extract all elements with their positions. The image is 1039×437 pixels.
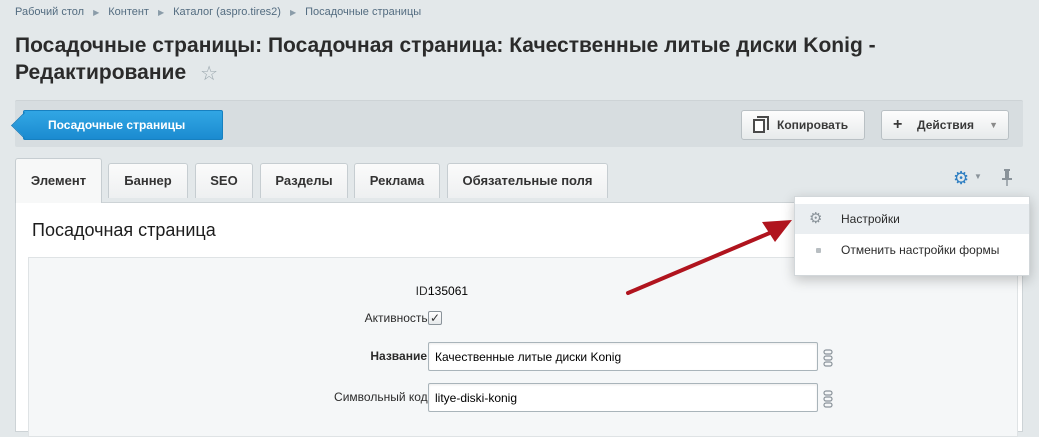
breadcrumb: Рабочий стол ▶ Контент ▶ Каталог (aspro.… [15, 6, 421, 18]
form-row-code: Символьный код: [29, 382, 1019, 412]
active-label: Активность: [364, 311, 431, 325]
form-row-active: Активность: ✓ [29, 303, 1019, 333]
actions-button[interactable]: + Действия ▼ [881, 110, 1009, 140]
form-row-name: Название: [29, 341, 1019, 371]
tab-advertising[interactable]: Реклама [354, 163, 440, 198]
breadcrumb-separator-icon: ▶ [289, 7, 297, 17]
page-title-text: Посадочные страницы: Посадочная страница… [15, 34, 876, 84]
back-to-list-button[interactable]: Посадочные страницы [23, 110, 223, 140]
plus-icon: + [893, 116, 903, 133]
id-value: 135061 [428, 284, 469, 298]
copy-icon [753, 116, 769, 133]
menu-item-reset-form-settings[interactable]: Отменить настройки формы [795, 235, 1029, 265]
name-label: Название: [370, 349, 431, 363]
breadcrumb-item-content[interactable]: Контент [108, 6, 149, 18]
chevron-down-icon[interactable]: ▼ [974, 172, 982, 181]
tab-element[interactable]: Элемент [15, 158, 102, 203]
form-settings-gear-icon[interactable]: ⚙ [953, 168, 969, 188]
breadcrumb-item-desktop[interactable]: Рабочий стол [15, 6, 84, 18]
active-checkbox[interactable]: ✓ [428, 311, 442, 325]
copy-button[interactable]: Копировать [741, 110, 865, 140]
form-fields-area: ID: 135061 Активность: ✓ Название: Симво… [28, 257, 1018, 437]
seo-tag-icon[interactable] [823, 349, 833, 367]
code-input[interactable] [428, 383, 818, 412]
tab-banner[interactable]: Баннер [108, 163, 188, 198]
menu-item-reset-label: Отменить настройки формы [841, 243, 1000, 257]
copy-button-label: Копировать [777, 118, 849, 132]
pin-icon[interactable] [1000, 168, 1014, 188]
id-label: ID: [415, 284, 431, 298]
menu-item-settings[interactable]: ⚙ Настройки [795, 204, 1029, 234]
menu-item-settings-label: Настройки [841, 212, 900, 226]
actions-button-label: Действия [917, 118, 975, 132]
settings-dropdown-menu: ⚙ Настройки Отменить настройки формы [794, 196, 1030, 276]
tab-required-fields[interactable]: Обязательные поля [447, 163, 608, 198]
section-title: Посадочная страница [32, 220, 216, 240]
dot-icon [816, 248, 821, 253]
page-title: Посадочные страницы: Посадочная страница… [15, 32, 975, 88]
seo-tag-icon[interactable] [823, 390, 833, 408]
chevron-down-icon: ▼ [989, 120, 998, 130]
back-to-list-label: Посадочные страницы [48, 118, 186, 132]
tab-sections[interactable]: Разделы [260, 163, 348, 198]
code-label: Символьный код: [334, 390, 431, 404]
breadcrumb-separator-icon: ▶ [93, 7, 100, 17]
breadcrumb-item-catalog[interactable]: Каталог (aspro.tires2) [173, 6, 281, 18]
breadcrumb-separator-icon: ▶ [157, 7, 165, 17]
favorite-star-icon[interactable]: ☆ [200, 61, 218, 88]
tab-seo[interactable]: SEO [195, 163, 253, 198]
form-row-id: ID: 135061 [29, 276, 1019, 306]
gear-icon: ⚙ [809, 210, 823, 227]
toolbar: Посадочные страницы Копировать + Действи… [15, 100, 1023, 147]
name-input[interactable] [428, 342, 818, 371]
breadcrumb-item-landing-pages[interactable]: Посадочные страницы [305, 6, 421, 18]
